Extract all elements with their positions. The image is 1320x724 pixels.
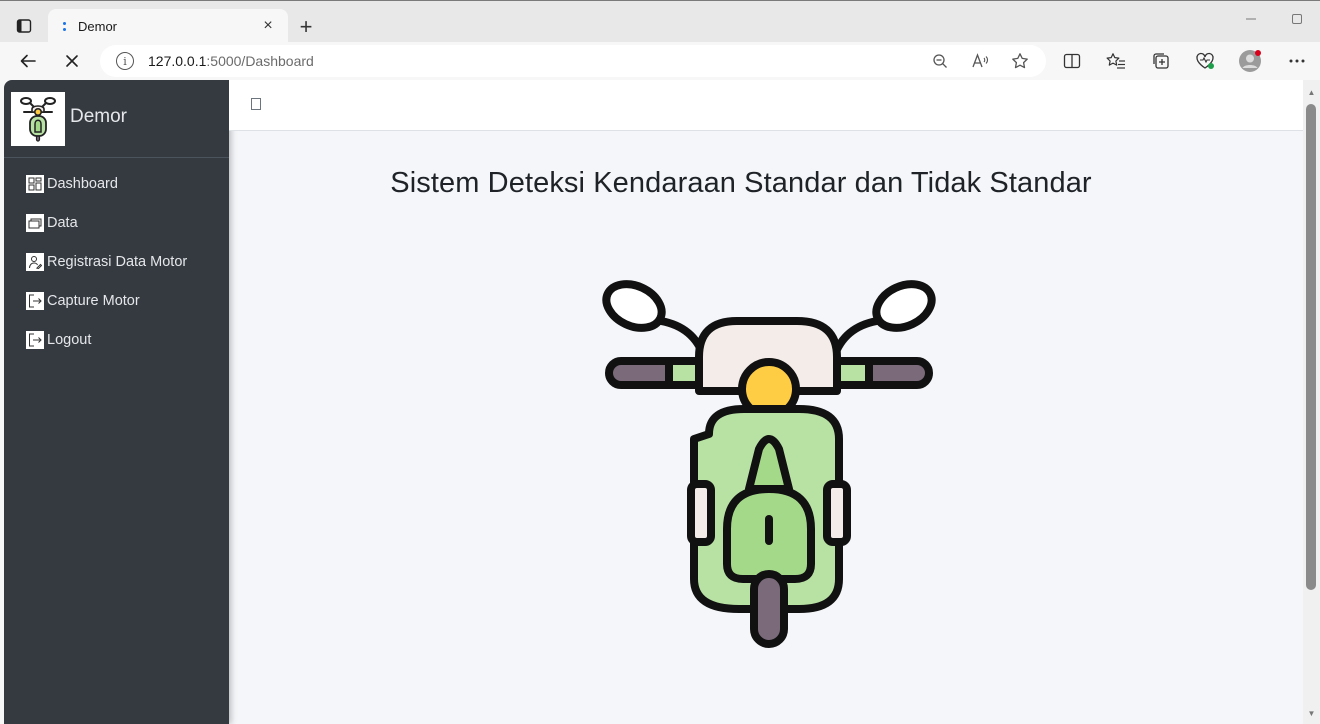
window-controls [1228,1,1320,37]
sidebar: Demor Dashboard Data Registrasi Data Mot… [4,80,229,724]
split-screen-icon[interactable] [1056,46,1088,76]
sidebar-item-label: Capture Motor [47,292,140,309]
dashboard-icon [26,174,44,193]
menu-toggle-icon[interactable] [251,98,261,110]
scrollbar-thumb[interactable] [1306,104,1316,590]
main-content: Sistem Deteksi Kendaraan Standar dan Tid… [229,131,1303,724]
minimize-button[interactable] [1228,1,1274,37]
sidebar-item-label: Registrasi Data Motor [47,253,188,270]
url-host: 127.0.0.1 [148,53,207,69]
stop-loading-button[interactable] [56,46,88,76]
browser-window: Demor × + i 127.0.0.1:5000/Dashboard Dem… [0,0,1320,724]
brand[interactable]: Demor [4,80,229,158]
sidebar-item-dashboard[interactable]: Dashboard [4,164,229,203]
browser-tab[interactable]: Demor × [48,9,288,43]
url-text: 127.0.0.1:5000/Dashboard [148,53,314,69]
scooter-illustration [599,279,944,659]
brand-name: Demor [70,106,128,127]
page-title: Sistem Deteksi Kendaraan Standar dan Tid… [390,167,1092,199]
vertical-scrollbar[interactable]: ▲ ▼ [1303,80,1320,724]
tab-actions-icon[interactable] [8,10,40,42]
sidebar-item-label: Dashboard [47,175,118,192]
url-path: :5000/Dashboard [206,53,314,69]
sidebar-item-capture[interactable]: Capture Motor [4,281,229,320]
site-info-icon[interactable]: i [116,52,134,70]
read-aloud-icon[interactable] [964,49,996,73]
sidebar-nav: Dashboard Data Registrasi Data Motor Cap… [4,164,229,359]
address-actions [924,49,1036,73]
favorite-star-icon[interactable] [1004,49,1036,73]
tab-strip: Demor × + [0,0,1320,43]
address-bar[interactable]: i 127.0.0.1:5000/Dashboard [100,45,1046,77]
favorites-icon[interactable] [1100,46,1132,76]
profile-avatar[interactable] [1234,46,1266,76]
top-navbar [229,80,1303,131]
collections-icon[interactable] [1145,46,1177,76]
scroll-down-arrow-icon[interactable]: ▼ [1303,705,1320,722]
maximize-button[interactable] [1274,1,1320,37]
tab-close-button[interactable]: × [258,17,278,35]
more-menu-icon[interactable] [1281,46,1313,76]
scroll-up-arrow-icon[interactable]: ▲ [1303,84,1320,101]
tab-title: Demor [78,18,118,34]
page-viewport: Demor Dashboard Data Registrasi Data Mot… [4,80,1320,724]
sidebar-item-registrasi[interactable]: Registrasi Data Motor [4,242,229,281]
logout-icon [26,330,44,349]
new-tab-button[interactable]: + [292,13,320,41]
sidebar-item-data[interactable]: Data [4,203,229,242]
browser-essentials-icon[interactable] [1189,46,1221,76]
capture-icon [26,291,44,310]
back-button[interactable] [12,46,44,76]
loading-icon [58,19,70,33]
data-icon [26,213,44,232]
register-icon [26,252,44,271]
sidebar-item-label: Data [47,214,78,231]
zoom-out-icon[interactable] [924,49,956,73]
sidebar-item-label: Logout [47,331,92,348]
brand-logo [11,92,65,146]
sidebar-item-logout[interactable]: Logout [4,320,229,359]
browser-toolbar: i 127.0.0.1:5000/Dashboard [0,42,1320,80]
